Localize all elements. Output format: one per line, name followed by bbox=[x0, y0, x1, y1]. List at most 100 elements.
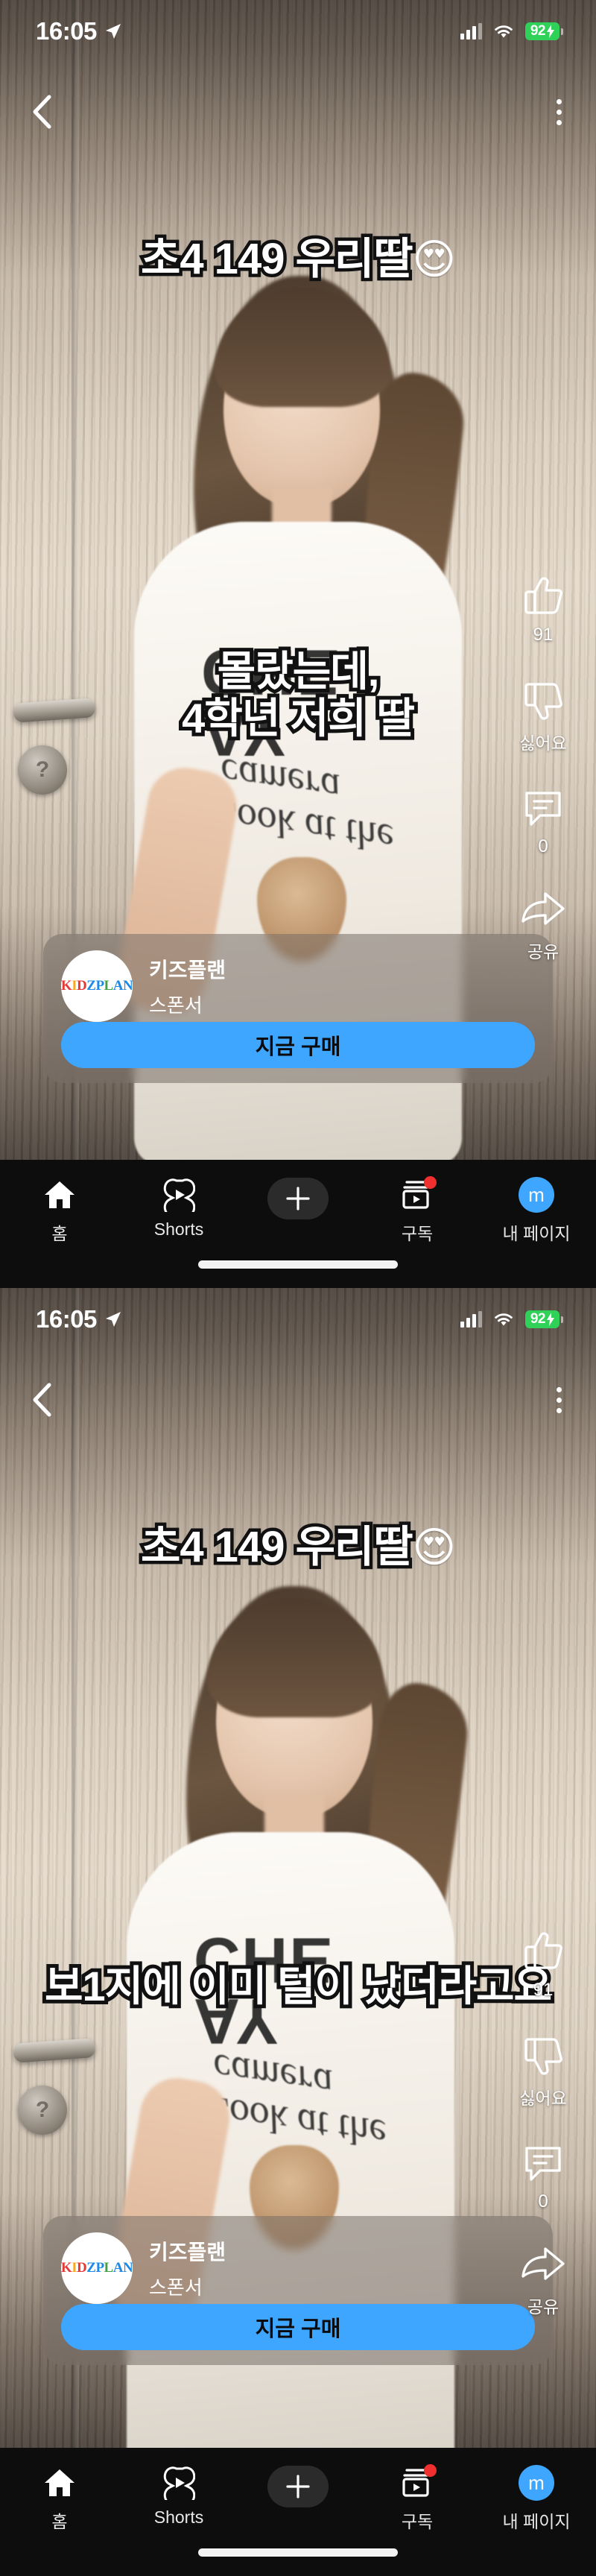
comment-bubble-icon bbox=[525, 2147, 561, 2181]
kebab-menu-icon[interactable] bbox=[557, 1386, 562, 1413]
top-nav-bar bbox=[0, 1370, 596, 1430]
nav-item-subscriptions[interactable]: 구독 bbox=[361, 2464, 473, 2533]
plus-icon bbox=[267, 2466, 329, 2507]
advertiser-logo-text: KIDZPLAN bbox=[60, 978, 133, 994]
lightning-bolt-icon bbox=[547, 25, 554, 38]
door-lock bbox=[18, 2086, 67, 2135]
cellular-signal-icon bbox=[460, 23, 482, 40]
nav-label-shorts: Shorts bbox=[153, 2507, 204, 2527]
shorts-icon bbox=[162, 2466, 195, 2500]
sponsored-ad-card[interactable]: KIDZPLAN 키즈플랜 스폰서 지금 구매 bbox=[43, 934, 553, 1083]
dislike-button[interactable]: 싫어요 bbox=[519, 678, 567, 754]
nav-item-create[interactable] bbox=[242, 2466, 354, 2515]
back-chevron-icon[interactable] bbox=[31, 95, 54, 129]
buy-now-button[interactable]: 지금 구매 bbox=[61, 2304, 535, 2350]
status-bar-left: 16:05 bbox=[36, 1305, 122, 1333]
location-arrow-icon bbox=[105, 24, 121, 39]
avatar: m bbox=[519, 1177, 554, 1213]
subject-hair-top bbox=[215, 288, 390, 407]
like-count: 91 bbox=[533, 1980, 554, 2000]
subscriptions-icon bbox=[401, 1176, 437, 1212]
bottom-nav-bar: 홈 Shorts 구독 m 내 페이지 bbox=[0, 2448, 596, 2576]
nav-label-my-page: 내 페이지 bbox=[502, 2512, 571, 2531]
nav-item-my-page[interactable]: m 내 페이지 bbox=[481, 1177, 592, 1245]
dislike-label: 싫어요 bbox=[519, 2089, 567, 2108]
ad-header: KIDZPLAN 키즈플랜 스폰서 bbox=[61, 950, 535, 1022]
comment-button[interactable]: 0 bbox=[521, 787, 565, 857]
buy-now-button[interactable]: 지금 구매 bbox=[61, 1022, 535, 1068]
nav-item-my-page[interactable]: m 내 페이지 bbox=[481, 2465, 592, 2533]
sponsor-label: 스폰서 bbox=[149, 994, 203, 1017]
lightning-bolt-icon bbox=[547, 1313, 554, 1326]
kebab-menu-icon[interactable] bbox=[557, 98, 562, 125]
cellular-signal-icon bbox=[460, 1311, 482, 1328]
status-bar-left: 16:05 bbox=[36, 17, 122, 45]
battery-percent: 92 bbox=[530, 23, 546, 39]
action-rail: 91 싫어요 0 공유 bbox=[502, 574, 584, 996]
thumbs-up-icon bbox=[524, 1932, 562, 1969]
advertiser-logo: KIDZPLAN bbox=[61, 2232, 133, 2304]
wifi-icon bbox=[495, 25, 513, 38]
nav-label-home: 홈 bbox=[51, 2512, 68, 2531]
door-lock bbox=[18, 745, 67, 795]
avatar: m bbox=[519, 2465, 554, 2501]
status-bar: 16:05 92 bbox=[0, 0, 596, 63]
like-button[interactable]: 91 bbox=[520, 1929, 566, 2001]
comment-bubble-icon bbox=[525, 792, 561, 826]
thumbs-up-icon bbox=[524, 577, 562, 614]
subscriptions-badge bbox=[424, 1176, 437, 1189]
video-title-overlay: 초4 149 우리딸😍 bbox=[0, 1512, 596, 1575]
top-nav-bar bbox=[0, 82, 596, 142]
like-button[interactable]: 91 bbox=[520, 574, 566, 645]
comment-count: 0 bbox=[538, 836, 548, 856]
nav-label-subscriptions: 구독 bbox=[401, 1224, 434, 1243]
ad-meta: 키즈플랜 스폰서 bbox=[149, 954, 226, 1018]
share-arrow-icon bbox=[522, 892, 565, 925]
share-button[interactable]: 공유 bbox=[520, 2245, 566, 2318]
battery-cap bbox=[561, 1316, 563, 1323]
profile-avatar-icon: m bbox=[519, 1177, 554, 1213]
nav-item-subscriptions[interactable]: 구독 bbox=[361, 1176, 473, 1245]
home-icon bbox=[43, 1178, 76, 1212]
share-label: 공유 bbox=[527, 2297, 559, 2317]
nav-item-shorts[interactable]: Shorts bbox=[123, 1178, 235, 1240]
video-title-overlay: 초4 149 우리딸😍 bbox=[0, 224, 596, 287]
location-arrow-icon bbox=[105, 1312, 121, 1327]
nav-label-shorts: Shorts bbox=[153, 1219, 204, 1239]
status-bar: 16:05 92 bbox=[0, 1288, 596, 1351]
nav-item-home[interactable]: 홈 bbox=[4, 1178, 115, 1245]
battery-cap bbox=[561, 28, 563, 35]
status-bar-right: 92 bbox=[460, 22, 563, 40]
video-title-text: 초4 149 우리딸 bbox=[137, 232, 416, 287]
comment-count: 0 bbox=[538, 2191, 548, 2212]
ad-meta: 키즈플랜 스폰서 bbox=[149, 2236, 226, 2300]
status-time: 16:05 bbox=[36, 1305, 97, 1333]
advertiser-logo: KIDZPLAN bbox=[61, 950, 133, 1022]
subscriptions-badge bbox=[424, 2464, 437, 2477]
sponsored-ad-card[interactable]: KIDZPLAN 키즈플랜 스폰서 지금 구매 bbox=[43, 2216, 553, 2365]
nav-item-home[interactable]: 홈 bbox=[4, 2466, 115, 2533]
share-label: 공유 bbox=[527, 942, 559, 962]
bottom-nav-bar: 홈 Shorts 구독 m 내 페이지 bbox=[0, 1160, 596, 1288]
share-button[interactable]: 공유 bbox=[520, 890, 566, 963]
wifi-icon bbox=[495, 1313, 513, 1326]
plus-icon bbox=[267, 1178, 329, 1219]
dislike-label: 싫어요 bbox=[519, 733, 567, 753]
nav-item-shorts[interactable]: Shorts bbox=[123, 2466, 235, 2528]
shorts-screen-panel-2: AY CHE Look at the camera 16:05 92 bbox=[0, 1288, 596, 2576]
comment-button[interactable]: 0 bbox=[521, 2142, 565, 2212]
thumbs-down-icon bbox=[524, 2038, 562, 2075]
thumbs-down-icon bbox=[524, 683, 562, 720]
nav-item-create[interactable] bbox=[242, 1178, 354, 1227]
back-chevron-icon[interactable] bbox=[31, 1383, 54, 1417]
advertiser-name: 키즈플랜 bbox=[149, 959, 226, 982]
home-indicator bbox=[198, 2548, 398, 2557]
dislike-button[interactable]: 싫어요 bbox=[519, 2033, 567, 2109]
subscriptions-icon bbox=[401, 2464, 437, 2500]
video-title-emoji: 😍 bbox=[412, 1524, 456, 1570]
nav-label-home: 홈 bbox=[51, 1224, 68, 1243]
status-time: 16:05 bbox=[36, 17, 97, 45]
sponsor-label: 스폰서 bbox=[149, 2276, 203, 2299]
shorts-screen-panel-1: AY CHE Look at the camera 16:05 92 bbox=[0, 0, 596, 1288]
profile-avatar-icon: m bbox=[519, 2465, 554, 2501]
